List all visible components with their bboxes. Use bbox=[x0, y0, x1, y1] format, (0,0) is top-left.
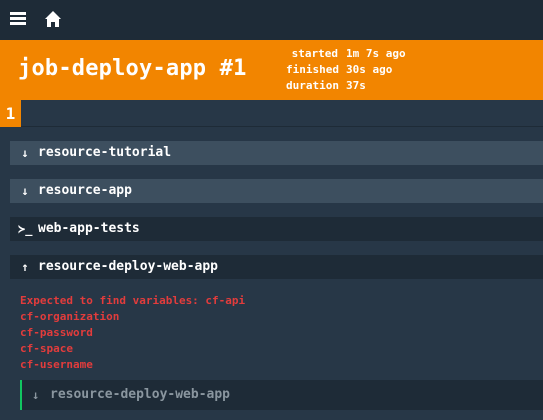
stat-started: started 1m 7s ago bbox=[286, 46, 406, 62]
error-line: cf-space bbox=[20, 342, 73, 355]
step-resource-tutorial[interactable]: ↓ resource-tutorial bbox=[10, 141, 543, 165]
stat-finished: finished 30s ago bbox=[286, 62, 406, 78]
stat-value: 1m 7s ago bbox=[346, 47, 406, 60]
stat-key: duration bbox=[286, 79, 339, 92]
stat-duration: duration 37s bbox=[286, 78, 406, 94]
terminal-icon: ≻_ bbox=[18, 222, 33, 236]
step-web-app-tests[interactable]: ≻_ web-app-tests bbox=[10, 217, 543, 241]
menu-icon[interactable] bbox=[10, 12, 26, 26]
top-bar bbox=[0, 0, 543, 40]
stat-key: started bbox=[291, 47, 338, 60]
error-line: cf-username bbox=[20, 358, 93, 371]
arrow-up-icon: ↑ bbox=[21, 260, 29, 274]
arrow-down-icon: ↓ bbox=[21, 146, 29, 160]
home-icon[interactable] bbox=[44, 10, 62, 28]
stat-value: 37s bbox=[346, 79, 366, 92]
error-output: Expected to find variables: cf-api cf-or… bbox=[20, 293, 245, 373]
tab-divider bbox=[21, 126, 543, 127]
step-label: resource-app bbox=[38, 183, 132, 198]
step-label: web-app-tests bbox=[38, 221, 140, 236]
step-label: resource-tutorial bbox=[38, 145, 172, 160]
build-tab[interactable]: 1 bbox=[0, 100, 21, 127]
step-label: resource-deploy-web-app bbox=[50, 387, 231, 402]
arrow-down-icon: ↓ bbox=[21, 184, 29, 198]
error-line: cf-password bbox=[20, 326, 93, 339]
build-stats: started 1m 7s ago finished 30s ago durat… bbox=[286, 46, 406, 94]
stat-key: finished bbox=[286, 63, 339, 76]
step-label: resource-deploy-web-app bbox=[38, 259, 219, 274]
error-line: cf-organization bbox=[20, 310, 120, 323]
page-title: job-deploy-app #1 bbox=[18, 56, 247, 81]
build-header: job-deploy-app #1 started 1m 7s ago fini… bbox=[0, 40, 543, 100]
step-resource-deploy-web-app[interactable]: ↑ resource-deploy-web-app bbox=[10, 255, 543, 279]
stat-value: 30s ago bbox=[346, 63, 393, 76]
step-resource-app[interactable]: ↓ resource-app bbox=[10, 179, 543, 203]
error-line: Expected to find variables: cf-api bbox=[20, 294, 246, 307]
arrow-down-icon: ↓ bbox=[32, 388, 40, 402]
nested-step-resource-deploy-web-app[interactable]: ↓ resource-deploy-web-app bbox=[20, 380, 543, 410]
